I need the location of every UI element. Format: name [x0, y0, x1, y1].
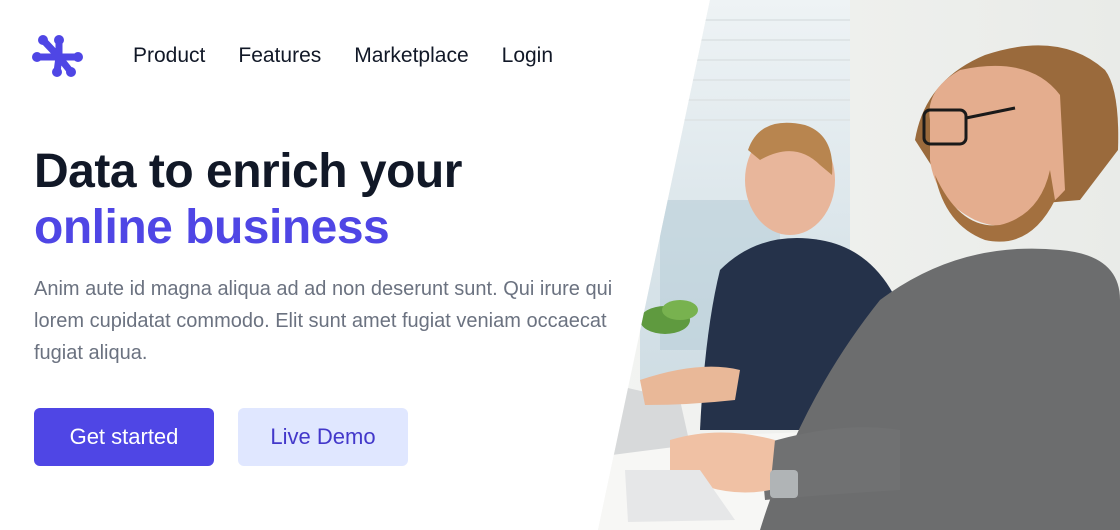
hero-headline: Data to enrich your online business [34, 144, 462, 256]
get-started-button[interactable]: Get started [34, 408, 214, 466]
headline-line-1: Data to enrich your [34, 145, 462, 198]
hero-lead: Anim aute id magna aliqua ad ad non dese… [34, 278, 613, 364]
nav-marketplace[interactable]: Marketplace [354, 43, 468, 69]
logo-icon[interactable] [32, 32, 84, 80]
main-nav: Product Features Marketplace Login [133, 43, 553, 69]
headline-line-2: online business [34, 201, 390, 254]
nav-product[interactable]: Product [133, 43, 205, 69]
live-demo-button[interactable]: Live Demo [238, 408, 408, 466]
nav-features[interactable]: Features [238, 43, 321, 69]
nav-login[interactable]: Login [502, 43, 553, 69]
